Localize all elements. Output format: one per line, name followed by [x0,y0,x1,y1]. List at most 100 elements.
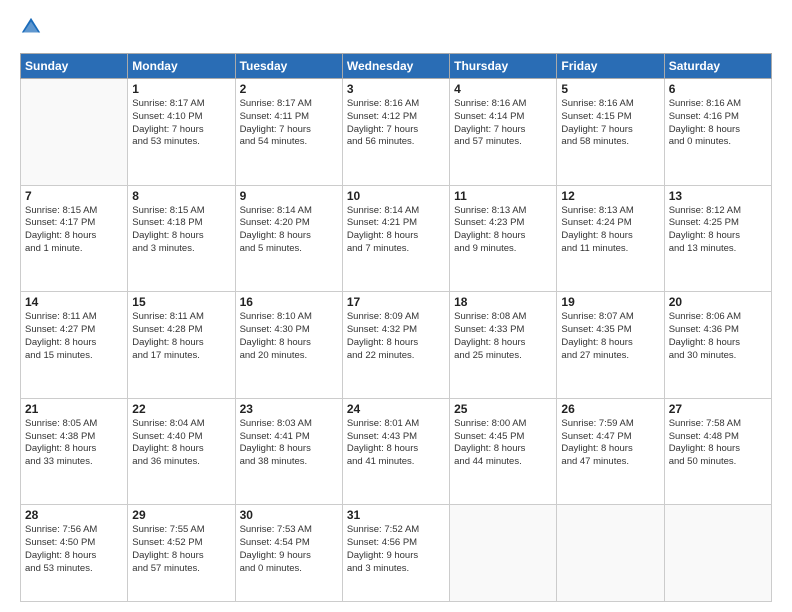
calendar-cell [664,505,771,602]
day-number: 19 [561,295,659,309]
daylight-minutes: and 3 minutes. [347,563,445,576]
daylight-minutes: and 3 minutes. [132,243,230,256]
calendar-cell: 17Sunrise: 8:09 AMSunset: 4:32 PMDayligh… [342,292,449,399]
day-number: 21 [25,402,123,416]
sunrise-text: Sunrise: 8:05 AM [25,418,123,431]
calendar-cell: 10Sunrise: 8:14 AMSunset: 4:21 PMDayligh… [342,185,449,292]
sunset-text: Sunset: 4:36 PM [669,324,767,337]
day-number: 27 [669,402,767,416]
daylight-hours: Daylight: 7 hours [240,124,338,137]
calendar-cell: 6Sunrise: 8:16 AMSunset: 4:16 PMDaylight… [664,79,771,186]
weekday-header: Tuesday [235,54,342,79]
calendar-cell: 26Sunrise: 7:59 AMSunset: 4:47 PMDayligh… [557,398,664,505]
sunrise-text: Sunrise: 8:03 AM [240,418,338,431]
calendar-cell: 11Sunrise: 8:13 AMSunset: 4:23 PMDayligh… [450,185,557,292]
calendar-cell: 2 Sunrise: 8:17 AMSunset: 4:11 PMDaylight… [235,79,342,186]
day-number: 16 [240,295,338,309]
daylight-minutes: and 50 minutes. [669,456,767,469]
sunrise-text: Sunrise: 8:11 AM [25,311,123,324]
daylight-hours: Daylight: 8 hours [561,337,659,350]
daylight-minutes: and 57 minutes. [454,136,552,149]
daylight-hours: Daylight: 8 hours [669,124,767,137]
weekday-header: Monday [128,54,235,79]
sunset-text: Sunset: 4:45 PM [454,431,552,444]
daylight-hours: Daylight: 7 hours [561,124,659,137]
calendar-cell: 13Sunrise: 8:12 AMSunset: 4:25 PMDayligh… [664,185,771,292]
daylight-hours: Daylight: 8 hours [132,230,230,243]
weekday-header: Saturday [664,54,771,79]
daylight-hours: Daylight: 8 hours [454,443,552,456]
daylight-minutes: and 41 minutes. [347,456,445,469]
calendar-cell: 31Sunrise: 7:52 AMSunset: 4:56 PMDayligh… [342,505,449,602]
daylight-minutes: and 0 minutes. [240,563,338,576]
sunrise-text: Sunrise: 8:12 AM [669,205,767,218]
sunset-text: Sunset: 4:11 PM [240,111,338,124]
daylight-hours: Daylight: 8 hours [132,443,230,456]
calendar-cell: 21Sunrise: 8:05 AMSunset: 4:38 PMDayligh… [21,398,128,505]
calendar-cell: 1Sunrise: 8:17 AMSunset: 4:10 PMDaylight… [128,79,235,186]
sunrise-text: Sunrise: 7:52 AM [347,524,445,537]
day-number: 14 [25,295,123,309]
sunset-text: Sunset: 4:10 PM [132,111,230,124]
day-number: 13 [669,189,767,203]
daylight-hours: Daylight: 8 hours [25,550,123,563]
daylight-minutes: and 30 minutes. [669,350,767,363]
calendar-cell: 27Sunrise: 7:58 AMSunset: 4:48 PMDayligh… [664,398,771,505]
sunset-text: Sunset: 4:12 PM [347,111,445,124]
daylight-hours: Daylight: 8 hours [347,337,445,350]
sunrise-text: Sunrise: 8:16 AM [454,98,552,111]
sunset-text: Sunset: 4:35 PM [561,324,659,337]
daylight-hours: Daylight: 8 hours [454,337,552,350]
sunrise-text: Sunrise: 8:17 AM [240,98,338,111]
sunrise-text: Sunrise: 7:55 AM [132,524,230,537]
daylight-hours: Daylight: 7 hours [132,124,230,137]
day-number: 2 [240,82,338,96]
daylight-minutes: and 56 minutes. [347,136,445,149]
calendar-cell: 24Sunrise: 8:01 AMSunset: 4:43 PMDayligh… [342,398,449,505]
day-number: 1 [132,82,230,96]
calendar-cell: 14 Sunrise: 8:11 AMSunset: 4:27 PMDayligh… [21,292,128,399]
sunrise-text: Sunrise: 8:15 AM [132,205,230,218]
sunset-text: Sunset: 4:20 PM [240,217,338,230]
sunset-text: Sunset: 4:32 PM [347,324,445,337]
sunrise-text: Sunrise: 8:01 AM [347,418,445,431]
sunset-text: Sunset: 4:27 PM [25,324,123,337]
day-number: 18 [454,295,552,309]
daylight-hours: Daylight: 8 hours [240,230,338,243]
daylight-hours: Daylight: 7 hours [454,124,552,137]
calendar-cell: 15Sunrise: 8:11 AMSunset: 4:28 PMDayligh… [128,292,235,399]
daylight-minutes: and 53 minutes. [25,563,123,576]
daylight-minutes: and 0 minutes. [669,136,767,149]
daylight-minutes: and 47 minutes. [561,456,659,469]
day-number: 4 [454,82,552,96]
daylight-hours: Daylight: 9 hours [347,550,445,563]
daylight-hours: Daylight: 8 hours [132,550,230,563]
sunset-text: Sunset: 4:43 PM [347,431,445,444]
day-number: 6 [669,82,767,96]
sunset-text: Sunset: 4:18 PM [132,217,230,230]
calendar-cell: 23Sunrise: 8:03 AMSunset: 4:41 PMDayligh… [235,398,342,505]
weekday-header: Thursday [450,54,557,79]
daylight-hours: Daylight: 8 hours [347,230,445,243]
daylight-minutes: and 17 minutes. [132,350,230,363]
sunrise-text: Sunrise: 7:53 AM [240,524,338,537]
day-number: 7 [25,189,123,203]
sunrise-text: Sunrise: 8:13 AM [561,205,659,218]
sunset-text: Sunset: 4:25 PM [669,217,767,230]
weekday-header: Wednesday [342,54,449,79]
sunrise-text: Sunrise: 8:10 AM [240,311,338,324]
calendar-cell: 12Sunrise: 8:13 AMSunset: 4:24 PMDayligh… [557,185,664,292]
header [20,16,772,43]
daylight-minutes: and 57 minutes. [132,563,230,576]
logo-icon [20,16,42,38]
sunrise-text: Sunrise: 7:56 AM [25,524,123,537]
daylight-hours: Daylight: 8 hours [25,337,123,350]
calendar-cell: 16Sunrise: 8:10 AMSunset: 4:30 PMDayligh… [235,292,342,399]
daylight-minutes: and 25 minutes. [454,350,552,363]
daylight-minutes: and 9 minutes. [454,243,552,256]
sunrise-text: Sunrise: 8:00 AM [454,418,552,431]
calendar-cell: 9Sunrise: 8:14 AMSunset: 4:20 PMDaylight… [235,185,342,292]
calendar-cell: 7Sunrise: 8:15 AMSunset: 4:17 PMDaylight… [21,185,128,292]
sunrise-text: Sunrise: 8:11 AM [132,311,230,324]
daylight-hours: Daylight: 8 hours [669,443,767,456]
